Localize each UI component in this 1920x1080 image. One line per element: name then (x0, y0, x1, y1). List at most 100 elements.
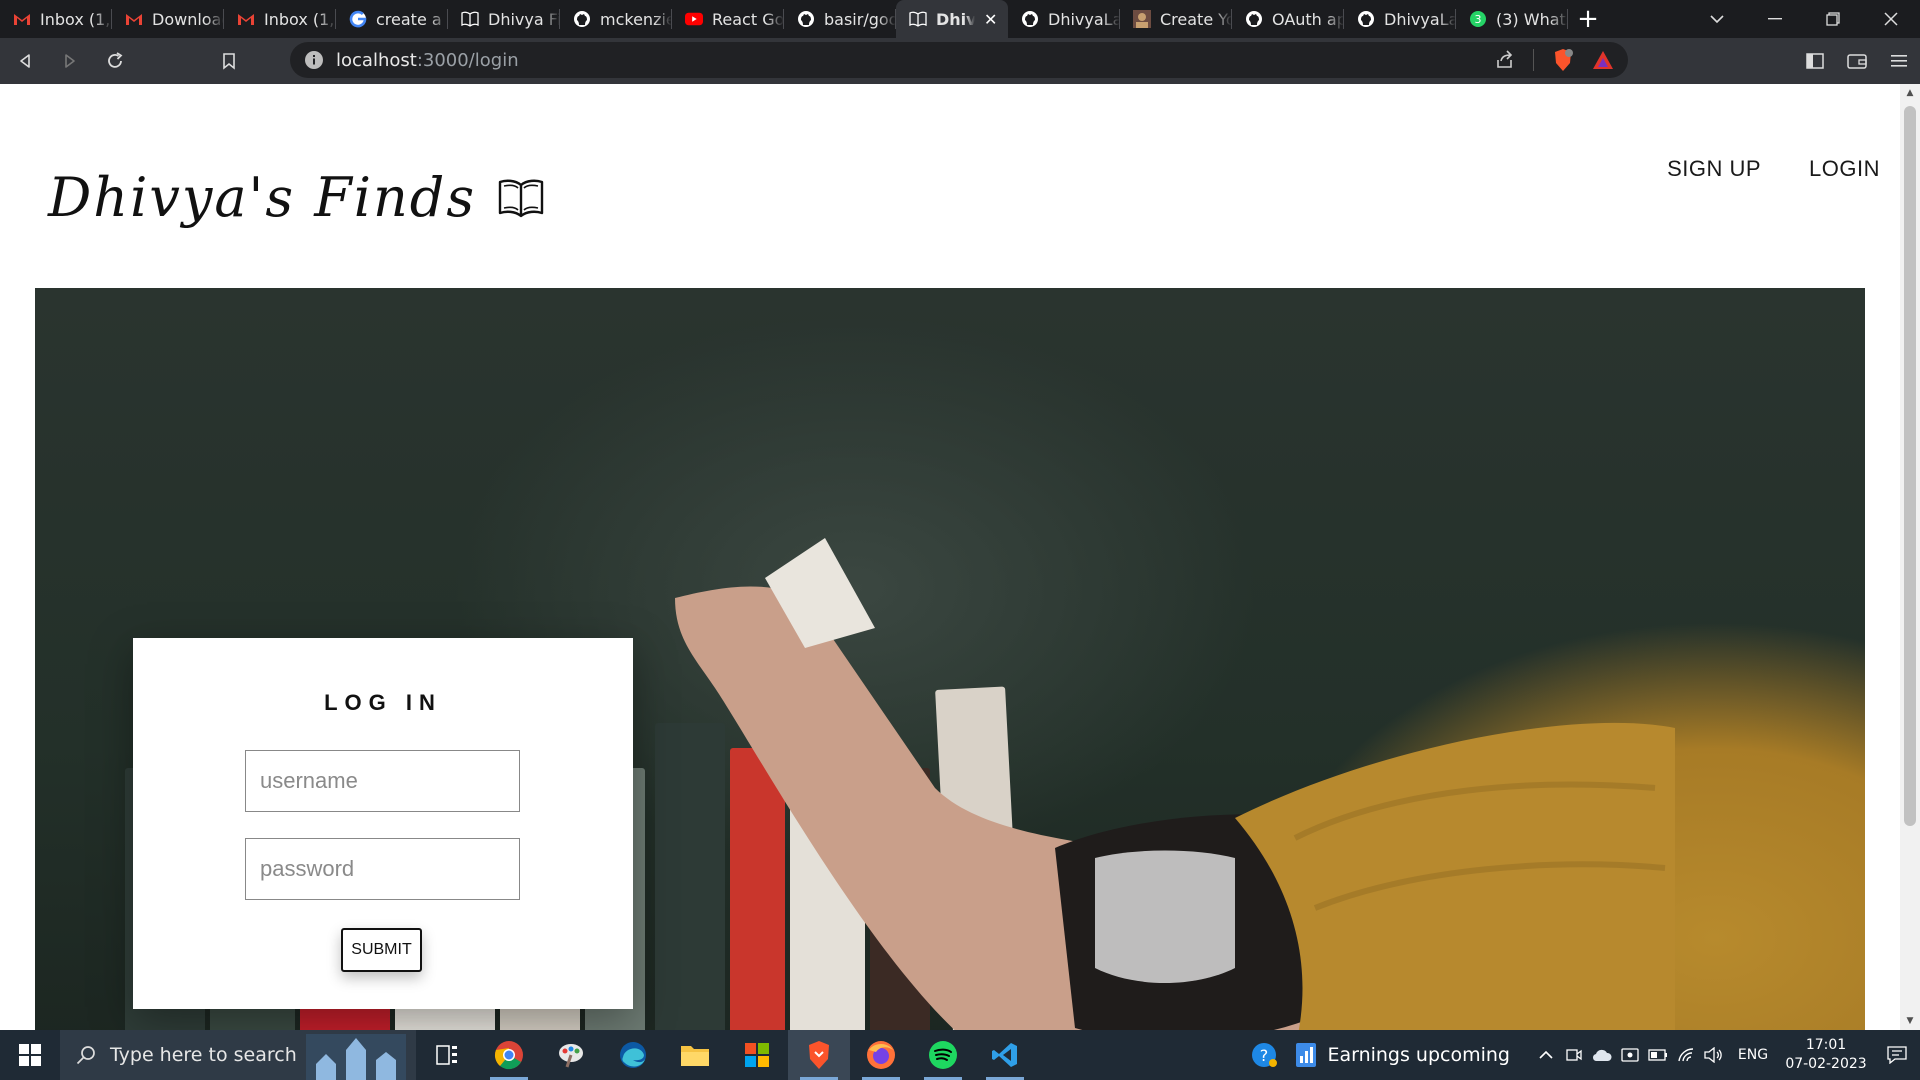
address-bar[interactable]: localhost:3000/login (290, 42, 1628, 78)
start-button[interactable] (0, 1030, 60, 1080)
tab-title: React Goo (712, 9, 784, 29)
tray-camera[interactable] (1560, 1047, 1588, 1063)
tray-battery[interactable] (1644, 1049, 1672, 1061)
back-button[interactable] (5, 41, 45, 81)
taskbar-search[interactable]: Type here to search (60, 1030, 416, 1080)
tab-active[interactable]: Dhivya ✕ (896, 0, 1008, 38)
taskbar-firefox[interactable] (850, 1030, 912, 1080)
taskbar-edge[interactable] (602, 1030, 664, 1080)
wallet-button[interactable] (1836, 38, 1878, 84)
url-host: localhost (336, 49, 417, 71)
wallet-icon (1847, 54, 1867, 69)
tray-wifi[interactable] (1672, 1047, 1700, 1063)
sidebar-toggle-button[interactable] (1794, 38, 1836, 84)
bookmark-icon (223, 52, 235, 70)
taskbar-vscode[interactable] (974, 1030, 1036, 1080)
tab-close-icon[interactable]: ✕ (984, 10, 1002, 29)
bookmark-button[interactable] (209, 41, 249, 81)
tab[interactable]: Inbox (1,5 (224, 0, 336, 38)
svg-text:?: ? (1260, 1046, 1269, 1065)
tray-weather[interactable] (1588, 1047, 1616, 1063)
taskbar-file-explorer[interactable] (664, 1030, 726, 1080)
web-page: Dhivya's Finds SIGN UP LOGIN LOG IN user… (0, 84, 1900, 1030)
tab[interactable]: Dhivya Fin (448, 0, 560, 38)
menu-button[interactable] (1878, 38, 1920, 84)
tab[interactable]: Create You (1120, 0, 1232, 38)
scroll-down-arrow-icon[interactable]: ▼ (1900, 1012, 1920, 1030)
tab-search-button[interactable] (1688, 0, 1746, 38)
username-input[interactable] (245, 750, 520, 812)
help-button[interactable]: ? (1235, 1041, 1295, 1069)
tab[interactable]: basir/goo (784, 0, 896, 38)
chevron-down-icon (1710, 15, 1724, 24)
toolbar-right (1794, 38, 1920, 84)
tray-meet-now[interactable] (1616, 1047, 1644, 1063)
restore-button[interactable] (1804, 0, 1862, 38)
minimize-icon (1768, 18, 1782, 20)
taskbar-chrome[interactable] (478, 1030, 540, 1080)
window-controls (1688, 0, 1920, 38)
tab-title: DhivyaLak (1048, 9, 1120, 29)
clock[interactable]: 17:01 07-02-2023 (1778, 1036, 1874, 1074)
spotify-icon (929, 1041, 957, 1069)
brave-rewards-icon[interactable] (1592, 50, 1614, 70)
tab-title: Inbox (1,5 (264, 9, 336, 29)
reaching-arm-illustration (675, 538, 1675, 1030)
show-hidden-icons-button[interactable] (1532, 1050, 1560, 1060)
taskbar-paint[interactable] (540, 1030, 602, 1080)
tab[interactable]: DhivyaLak (1008, 0, 1120, 38)
tab[interactable]: React Goo (672, 0, 784, 38)
avatar-icon (1133, 10, 1151, 28)
scroll-up-arrow-icon[interactable]: ▲ (1900, 84, 1920, 102)
tab[interactable]: Inbox (1,5 (0, 0, 112, 38)
sidebar-icon (1806, 53, 1824, 69)
tray-volume[interactable] (1700, 1047, 1728, 1063)
browser-toolbar: localhost:3000/login (0, 38, 1920, 84)
tab[interactable]: OAuth ap (1232, 0, 1344, 38)
chevron-up-icon (1539, 1050, 1553, 1059)
back-arrow-icon (20, 54, 30, 68)
tab-title: create a b (376, 9, 448, 29)
password-input[interactable] (245, 838, 520, 900)
submit-button[interactable]: SUBMIT (341, 928, 422, 972)
language-indicator[interactable]: ENG (1728, 1047, 1778, 1063)
url-text[interactable]: localhost:3000/login (336, 50, 519, 71)
scrollbar-thumb[interactable] (1904, 106, 1916, 826)
tab-title: OAuth ap (1272, 9, 1344, 29)
tab-title: Create You (1160, 9, 1232, 29)
tab[interactable]: 3 (3) Whats (1456, 0, 1568, 38)
chrome-icon (494, 1041, 523, 1070)
paint-icon (559, 1044, 583, 1068)
taskbar-spotify[interactable] (912, 1030, 974, 1080)
taskbar-store[interactable] (726, 1030, 788, 1080)
close-window-button[interactable] (1862, 0, 1920, 38)
notifications-button[interactable] (1874, 1046, 1920, 1064)
signup-link[interactable]: SIGN UP (1667, 156, 1761, 182)
wifi-icon (1678, 1048, 1694, 1062)
github-icon (1021, 10, 1039, 28)
task-view-button[interactable] (416, 1030, 478, 1080)
tab[interactable]: mckenzie (560, 0, 672, 38)
youtube-icon (685, 10, 703, 28)
brave-shields-icon[interactable] (1552, 48, 1574, 72)
github-icon (573, 10, 591, 28)
taskbar-brave[interactable] (788, 1030, 850, 1080)
page-scrollbar[interactable]: ▲ ▼ (1900, 84, 1920, 1030)
help-icon: ? (1252, 1043, 1278, 1067)
windows-logo-icon (19, 1044, 41, 1066)
site-info-icon[interactable] (304, 50, 324, 70)
site-logo[interactable]: Dhivya's Finds (48, 166, 544, 229)
minimize-button[interactable] (1746, 0, 1804, 38)
tab[interactable]: create a b (336, 0, 448, 38)
new-tab-button[interactable]: + (1568, 0, 1608, 38)
top-nav: SIGN UP LOGIN (1667, 156, 1880, 182)
login-link[interactable]: LOGIN (1809, 156, 1880, 182)
share-icon[interactable] (1495, 50, 1515, 70)
tab[interactable]: DhivyaLak (1344, 0, 1456, 38)
forward-button[interactable] (50, 41, 90, 81)
news-widget[interactable]: Earnings upcoming (1295, 1042, 1510, 1068)
reload-button[interactable] (95, 41, 135, 81)
close-icon (1884, 12, 1898, 26)
tab[interactable]: Download (112, 0, 224, 38)
cloud-icon (1592, 1049, 1612, 1062)
